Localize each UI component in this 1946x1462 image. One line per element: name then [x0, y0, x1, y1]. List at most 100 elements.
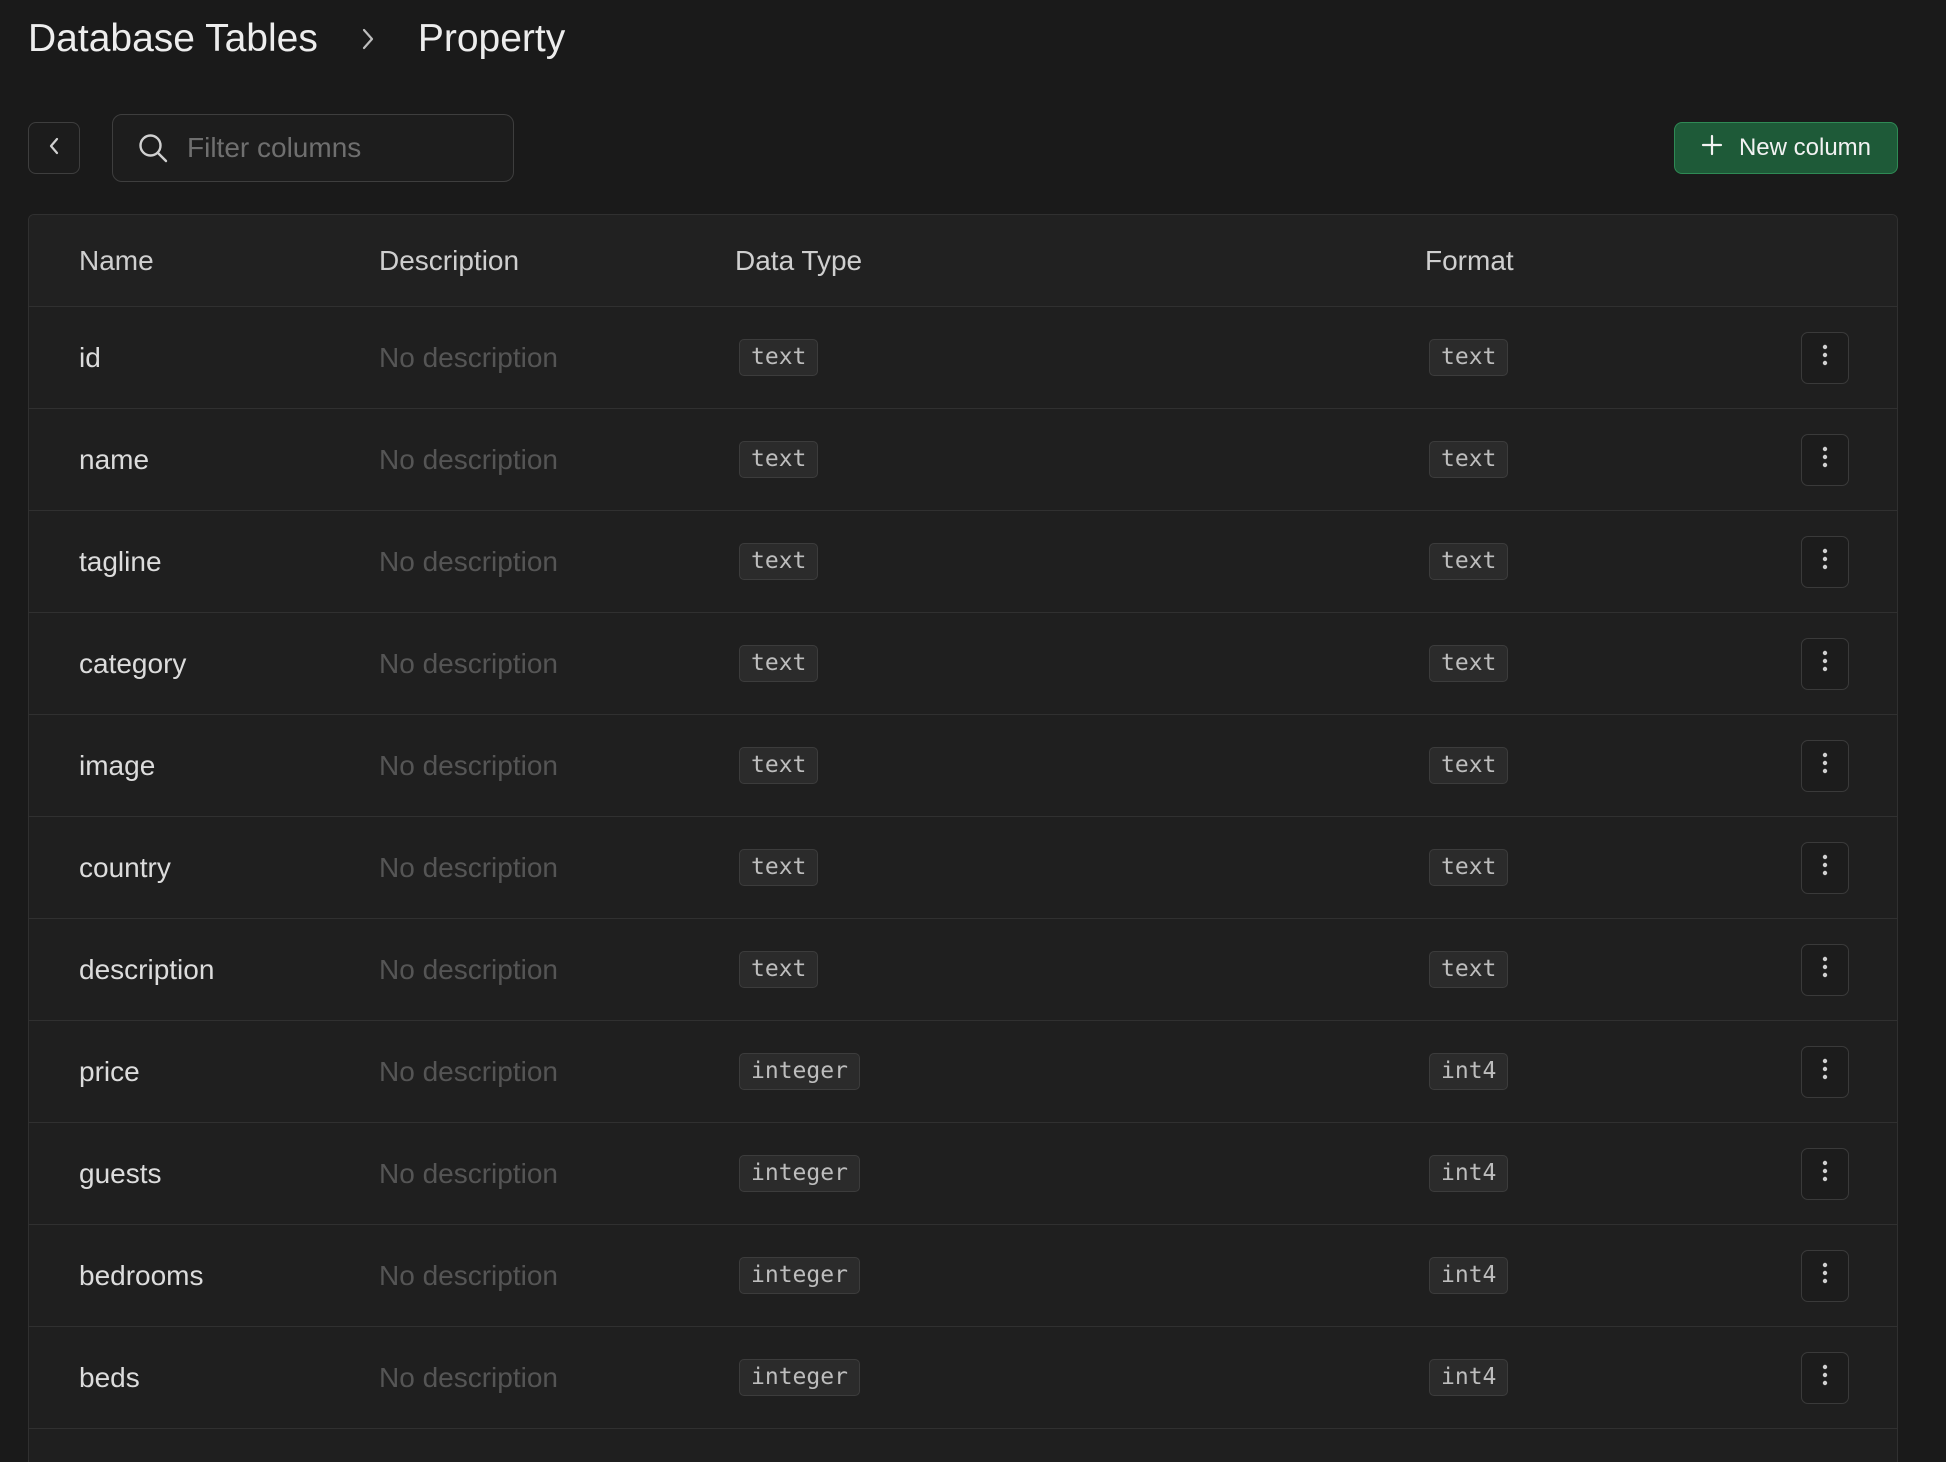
- column-description: No description: [379, 647, 558, 679]
- column-name: tagline: [79, 545, 162, 577]
- format-tag: text: [1429, 849, 1509, 886]
- breadcrumb-current: Property: [417, 17, 566, 60]
- row-actions-cell: [1801, 739, 1849, 792]
- row-actions-cell: [1801, 1351, 1849, 1404]
- data-type-cell: text: [739, 543, 819, 580]
- column-description: No description: [379, 851, 558, 883]
- row-actions-cell: [1801, 331, 1849, 384]
- more-vertical-icon: [1822, 852, 1828, 884]
- format-tag: int4: [1429, 1257, 1509, 1294]
- row-actions-button[interactable]: [1801, 1249, 1849, 1302]
- row-actions-button[interactable]: [1801, 1147, 1849, 1200]
- row-actions-cell: [1801, 841, 1849, 894]
- column-description: No description: [379, 545, 558, 577]
- data-type-tag: text: [739, 339, 819, 376]
- format-tag: text: [1429, 441, 1509, 478]
- more-vertical-icon: [1822, 444, 1828, 476]
- row-actions-cell: [1801, 1249, 1849, 1302]
- data-type-cell: text: [739, 951, 819, 988]
- data-type-tag: text: [739, 543, 819, 580]
- more-vertical-icon: [1822, 1056, 1828, 1088]
- data-type-cell: integer: [739, 1053, 860, 1090]
- data-type-tag: text: [739, 645, 819, 682]
- row-actions-cell: [1801, 433, 1849, 486]
- format-tag: int4: [1429, 1053, 1509, 1090]
- row-actions-cell: [1801, 637, 1849, 690]
- row-actions-button[interactable]: [1801, 841, 1849, 894]
- more-vertical-icon: [1822, 342, 1828, 374]
- more-vertical-icon: [1822, 750, 1828, 782]
- columns-table: Name Description Data Type Format id No d…: [28, 214, 1898, 1462]
- data-type-tag: integer: [739, 1155, 860, 1192]
- table-row: description No description text text: [29, 919, 1897, 1021]
- header-format: Format: [1425, 244, 1514, 276]
- format-cell: text: [1429, 747, 1509, 784]
- table-row: price No description integer int4: [29, 1021, 1897, 1123]
- more-vertical-icon: [1822, 1362, 1828, 1394]
- data-type-tag: integer: [739, 1359, 860, 1396]
- format-tag: text: [1429, 645, 1509, 682]
- column-description: No description: [379, 341, 558, 373]
- column-description: No description: [379, 1055, 558, 1087]
- table-row: image No description text text: [29, 715, 1897, 817]
- format-cell: text: [1429, 951, 1509, 988]
- data-type-cell: text: [739, 747, 819, 784]
- row-actions-button[interactable]: [1801, 433, 1849, 486]
- format-tag: int4: [1429, 1359, 1509, 1396]
- search-box: [112, 114, 548, 182]
- table-row: bedrooms No description integer int4: [29, 1225, 1897, 1327]
- chevron-right-icon: [318, 26, 418, 52]
- format-cell: int4: [1429, 1155, 1509, 1192]
- data-type-cell: integer: [739, 1257, 860, 1294]
- column-name: bedrooms: [79, 1259, 204, 1291]
- more-vertical-icon: [1822, 1260, 1828, 1292]
- table-row: id No description text text: [29, 307, 1897, 409]
- row-actions-button[interactable]: [1801, 739, 1849, 792]
- header-data-type: Data Type: [735, 244, 863, 276]
- search-icon: [137, 132, 169, 164]
- column-description: No description: [379, 1259, 558, 1291]
- data-type-tag: text: [739, 849, 819, 886]
- format-cell: text: [1429, 441, 1509, 478]
- format-cell: text: [1429, 339, 1509, 376]
- format-tag: text: [1429, 543, 1509, 580]
- back-button[interactable]: [28, 122, 80, 174]
- table-row: country No description text text: [29, 817, 1897, 919]
- more-vertical-icon: [1822, 954, 1828, 986]
- row-actions-button[interactable]: [1801, 535, 1849, 588]
- data-type-cell: integer: [739, 1155, 860, 1192]
- column-description: No description: [379, 953, 558, 985]
- row-actions-button[interactable]: [1801, 1045, 1849, 1098]
- format-cell: int4: [1429, 1053, 1509, 1090]
- table-header: Name Description Data Type Format: [29, 215, 1897, 307]
- format-tag: text: [1429, 339, 1509, 376]
- plus-icon: [1701, 134, 1723, 163]
- column-name: price: [79, 1055, 140, 1087]
- column-name: name: [79, 443, 150, 475]
- data-type-tag: integer: [739, 1053, 860, 1090]
- data-type-cell: text: [739, 645, 819, 682]
- format-tag: int4: [1429, 1155, 1509, 1192]
- format-cell: int4: [1429, 1257, 1509, 1294]
- row-actions-button[interactable]: [1801, 331, 1849, 384]
- table-row: beds No description integer int4: [29, 1327, 1897, 1429]
- column-name: id: [79, 341, 101, 373]
- column-description: No description: [379, 749, 558, 781]
- row-actions-button[interactable]: [1801, 943, 1849, 996]
- data-type-tag: integer: [739, 1257, 860, 1294]
- data-type-cell: integer: [739, 1359, 860, 1396]
- data-type-cell: text: [739, 441, 819, 478]
- row-actions-button[interactable]: [1801, 637, 1849, 690]
- new-column-button[interactable]: New column: [1674, 122, 1898, 174]
- chevron-left-icon: [46, 136, 62, 161]
- data-type-tag: text: [739, 441, 819, 478]
- row-actions-button[interactable]: [1801, 1351, 1849, 1404]
- row-actions-cell: [1801, 1045, 1849, 1098]
- header-description: Description: [379, 244, 520, 276]
- row-actions-cell: [1801, 1147, 1849, 1200]
- row-actions-cell: [1801, 535, 1849, 588]
- column-name: guests: [79, 1157, 162, 1189]
- column-name: category: [79, 647, 187, 679]
- filter-columns-input[interactable]: [187, 115, 548, 181]
- breadcrumb-root[interactable]: Database Tables: [28, 17, 318, 61]
